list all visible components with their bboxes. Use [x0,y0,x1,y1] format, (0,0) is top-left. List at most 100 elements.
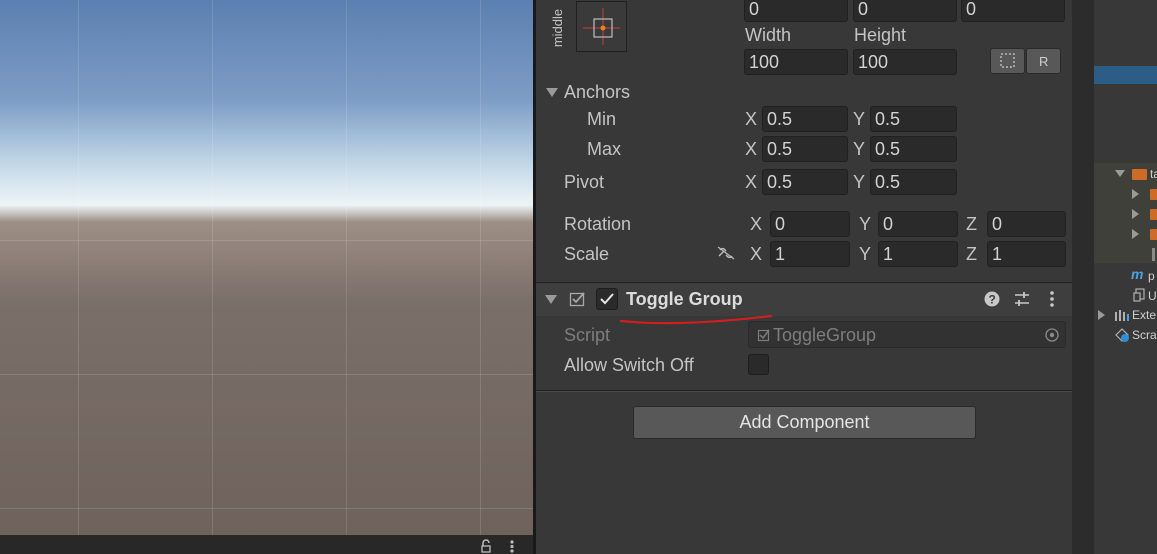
anchors-foldout-arrow[interactable] [546,88,558,97]
anchor-max-y-field[interactable]: 0.5 [870,136,957,162]
pivot-x-field[interactable]: 0.5 [762,169,848,195]
folder-icon [1150,209,1157,220]
panel-separator [1072,0,1094,554]
rotation-z-field[interactable]: 0 [987,211,1066,237]
scale-label: Scale [564,244,610,264]
raw-edit-icon: R [1039,54,1048,69]
folder-expand-arrow[interactable] [1115,170,1125,177]
anchor-max-x-field[interactable]: 0.5 [762,136,848,162]
anchor-preset-label: middle [550,8,565,48]
m-script-icon: m [1131,266,1144,282]
pivot-label: Pivot [564,172,605,192]
component-enabled-checkbox[interactable] [596,288,618,310]
axis-x-label: X [745,109,758,129]
width-label: Width [745,25,792,45]
scale-y-field[interactable]: 1 [878,241,958,267]
anchor-preset-icon [583,8,620,45]
component-menu-icon[interactable] [1048,290,1056,308]
script-value: ToggleGroup [773,325,877,345]
axis-y-label: Y [859,244,872,264]
lock-icon[interactable] [480,539,492,553]
anchor-min-x-field[interactable]: 0.5 [762,106,848,132]
width-field[interactable]: 100 [744,49,848,75]
bars-icon [1115,310,1129,321]
axis-x-label: X [745,172,758,192]
axis-x-label: X [745,139,758,159]
script-icon [757,329,770,342]
axis-y-label: Y [853,109,866,129]
axis-z-label: Z [966,214,977,234]
folder-icon [1150,189,1157,200]
asset-icon [1133,288,1145,302]
scratch-icon [1115,328,1129,342]
presets-icon[interactable] [1013,290,1031,308]
pos-z-field[interactable]: 0 [961,0,1065,22]
hierarchy-item-label[interactable]: Exte [1132,305,1156,325]
checkmark-icon [600,293,614,305]
folder-group-background [1094,163,1157,263]
scene-view[interactable] [0,0,533,535]
raw-edit-button[interactable]: R [1026,48,1061,74]
allow-switch-off-checkbox[interactable] [748,354,769,375]
folder-collapsed-arrow[interactable] [1132,189,1139,199]
constrain-proportions-icon[interactable] [716,245,736,261]
anchor-preset-label-wrap: middle [548,4,568,52]
height-field[interactable]: 100 [853,49,957,75]
project-panel: ta m p U Exte Scra [1094,0,1157,554]
script-field[interactable]: ToggleGroup [748,321,1066,348]
anchors-label[interactable]: Anchors [564,81,630,103]
grid-line [346,0,347,535]
axis-z-label: Z [966,244,977,264]
scale-z-field[interactable]: 1 [987,241,1066,267]
anchor-presets-button[interactable] [576,1,627,52]
folder-icon [1132,169,1147,180]
toggle-group-foldout-arrow[interactable] [545,295,557,304]
svg-text:R: R [1039,54,1048,69]
height-label: Height [854,25,907,45]
grid-line [0,508,533,509]
more-vertical-icon[interactable] [509,539,515,553]
axis-y-label: Y [859,214,872,234]
pos-x-field[interactable]: 0 [744,0,848,22]
allow-switch-off-label: Allow Switch Off [564,355,694,375]
scene-footer [0,535,533,554]
folder-collapsed-arrow[interactable] [1132,209,1139,219]
anchors-max-label: Max [587,139,622,159]
anchors-min-label: Min [587,109,617,129]
axis-y-label: Y [853,139,866,159]
rotation-y-field[interactable]: 0 [878,211,958,237]
anchor-min-y-field[interactable]: 0.5 [870,106,957,132]
axis-y-label: Y [853,172,866,192]
folder-collapsed-arrow[interactable] [1132,229,1139,239]
hierarchy-item-label[interactable]: Scra [1132,325,1157,345]
component-separator-highlight [536,391,1072,392]
object-picker-icon[interactable] [1044,327,1060,343]
grid-line [212,0,213,535]
axis-x-label: X [750,244,763,264]
rotation-label: Rotation [564,214,632,234]
axis-x-label: X [750,214,763,234]
script-label: Script [564,325,611,345]
add-component-button[interactable]: Add Component [633,406,976,439]
packages-collapsed-arrow[interactable] [1098,310,1105,320]
hierarchy-item-label[interactable]: U [1148,286,1157,306]
pos-y-field[interactable]: 0 [853,0,957,22]
blueprint-icon [1000,53,1015,68]
folder-icon [1150,229,1157,240]
toggle-group-component-icon [569,292,585,307]
file-icon [1152,248,1155,261]
scale-x-field[interactable]: 1 [770,241,850,267]
svg-text:?: ? [989,293,996,307]
help-icon[interactable]: ? [983,290,1001,308]
grid-line [0,374,533,375]
selected-row-highlight[interactable] [1094,66,1157,84]
grid-line [0,240,533,241]
rotation-x-field[interactable]: 0 [770,211,850,237]
inspector-panel: middle 0 0 0 Width Height 100 100 R Anch… [536,0,1072,554]
blueprint-mode-button[interactable] [990,48,1025,74]
hierarchy-item-label[interactable]: p [1148,266,1155,286]
hierarchy-item-label[interactable]: ta [1150,164,1157,184]
grid-line [480,0,481,535]
pivot-y-field[interactable]: 0.5 [870,169,957,195]
grid-line [78,0,79,535]
